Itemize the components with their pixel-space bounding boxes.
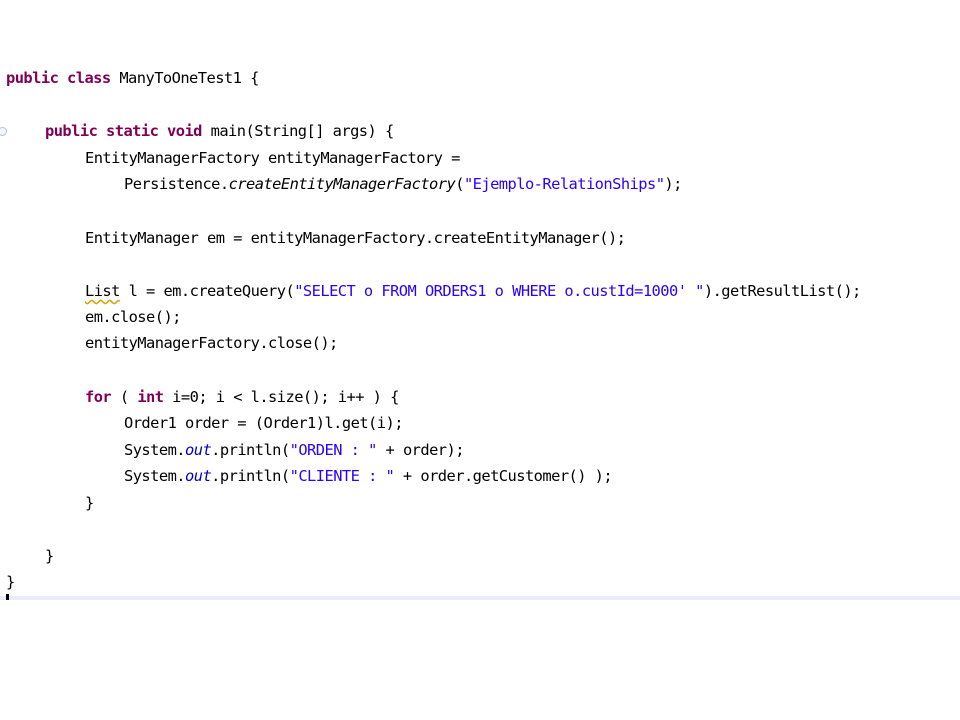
string-literal: "SELECT o FROM ORDERS1 o WHERE o.custId=… — [294, 282, 704, 300]
code-line-main-decl: public static void main(String[] args) { — [45, 118, 394, 144]
warning-type: List — [85, 282, 120, 300]
keyword: public — [45, 122, 98, 140]
code-text: ( — [111, 388, 138, 406]
code-text: l = em.createQuery( — [119, 282, 295, 300]
code-line-class-decl: public class ManyToOneTest1 { — [6, 65, 259, 91]
static-method: createEntityManagerFactory — [228, 175, 456, 193]
code-line-print-cliente: System.out.println("CLIENTE : " + order.… — [124, 463, 613, 489]
editor-bottom-border — [0, 596, 960, 600]
code-line-for-close: } — [85, 494, 94, 512]
string-literal: "CLIENTE : " — [289, 467, 395, 485]
keyword: for — [85, 388, 112, 406]
code-line-main-close: } — [45, 547, 54, 565]
static-field: out — [185, 441, 212, 459]
code-line-query: List l = em.createQuery("SELECT o FROM O… — [85, 278, 861, 304]
keyword: public — [6, 69, 59, 87]
code-line-order-cast: Order1 order = (Order1)l.get(i); — [124, 414, 403, 432]
method-signature: main(String[] args) { — [210, 122, 395, 140]
code-text: System. — [124, 441, 186, 459]
code-line-print-orden: System.out.println("ORDEN : " + order); — [124, 437, 465, 463]
class-name: ManyToOneTest1 { — [119, 69, 259, 87]
keyword: class — [67, 69, 111, 87]
code-line-entity-manager: EntityManager em = entityManagerFactory.… — [85, 229, 626, 247]
string-literal: "Ejemplo-RelationShips" — [463, 175, 665, 193]
code-text: Persistence. — [124, 175, 229, 193]
keyword: void — [167, 122, 202, 140]
code-text: ); — [664, 175, 682, 193]
code-text: ).getResultList(); — [703, 282, 861, 300]
code-text: .println( — [211, 467, 290, 485]
string-literal: "ORDEN : " — [289, 441, 378, 459]
code-text: + order.getCustomer() ); — [394, 467, 613, 485]
code-text: ( — [455, 175, 464, 193]
text-cursor — [6, 594, 9, 600]
code-line-for-loop: for ( int i=0; i < l.size(); i++ ) { — [85, 384, 399, 410]
code-line-factory-close: entityManagerFactory.close(); — [85, 334, 338, 352]
keyword: int — [137, 388, 164, 406]
code-line-em-close: em.close(); — [85, 308, 181, 326]
code-line-factory-decl: EntityManagerFactory entityManagerFactor… — [85, 149, 460, 167]
static-field: out — [185, 467, 212, 485]
keyword: static — [106, 122, 159, 140]
code-line-class-close: } — [6, 573, 15, 591]
code-text: .println( — [211, 441, 290, 459]
code-line-factory-create: Persistence.createEntityManagerFactory("… — [124, 171, 682, 197]
code-text: i=0; i < l.size(); i++ ) { — [163, 388, 399, 406]
code-text: System. — [124, 467, 186, 485]
code-text: + order); — [376, 441, 465, 459]
